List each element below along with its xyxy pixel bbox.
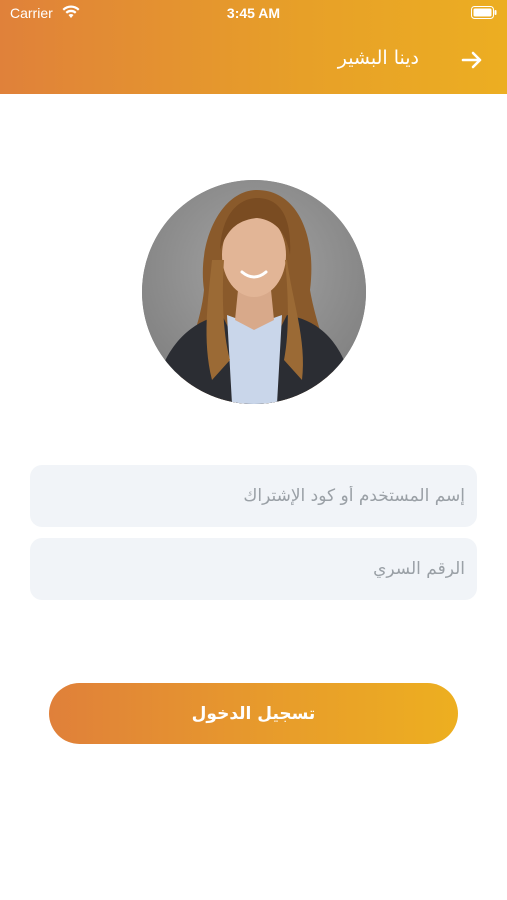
status-bar: Carrier 3:45 AM (0, 0, 507, 28)
arrow-right-icon[interactable] (461, 49, 483, 71)
username-field[interactable] (30, 465, 477, 527)
page-title: دينا البشير (337, 47, 419, 69)
profile-avatar (142, 180, 366, 404)
clock: 3:45 AM (226, 5, 281, 21)
login-button[interactable]: تسجيل الدخول (49, 683, 458, 744)
header-bar: Carrier 3:45 AM دينا البشير (0, 0, 507, 94)
battery-icon (471, 6, 497, 19)
profile-photo (142, 180, 366, 404)
password-field[interactable] (30, 538, 477, 600)
